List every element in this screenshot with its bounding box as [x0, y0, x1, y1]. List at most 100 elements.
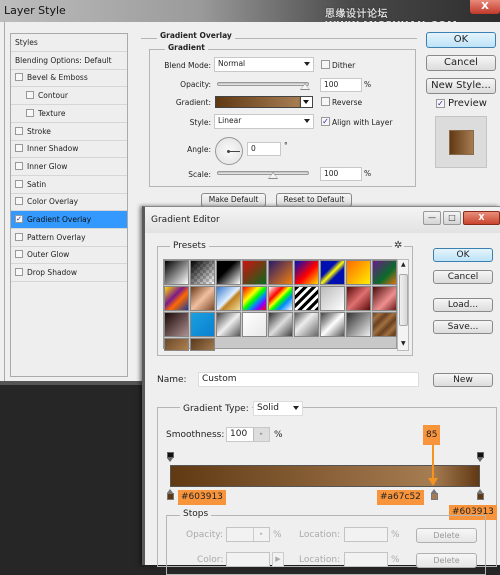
- style-checkbox[interactable]: [15, 161, 23, 170]
- scale-slider[interactable]: [217, 171, 309, 175]
- style-item-blending-options-default[interactable]: Blending Options: Default: [11, 52, 127, 70]
- preset-swatch[interactable]: [268, 286, 293, 311]
- scale-input[interactable]: 100: [320, 167, 362, 181]
- reverse-checkbox[interactable]: [321, 97, 330, 106]
- preset-swatch[interactable]: [294, 312, 319, 337]
- preset-swatch[interactable]: [164, 338, 189, 351]
- opacity-stop[interactable]: [477, 452, 484, 462]
- stepper-arrow-icon[interactable]: ▸: [253, 528, 269, 541]
- gradient-picker[interactable]: [215, 96, 313, 108]
- style-checkbox[interactable]: [15, 268, 23, 277]
- maximize-button[interactable]: □: [443, 211, 461, 225]
- name-input[interactable]: Custom: [198, 372, 419, 387]
- align-with-layer-checkbox[interactable]: ✓: [321, 117, 330, 126]
- opacity-slider-thumb[interactable]: [300, 83, 310, 90]
- color-stop[interactable]: [430, 489, 438, 500]
- style-item-stroke[interactable]: Stroke: [11, 123, 127, 141]
- opacity-slider[interactable]: [217, 82, 309, 86]
- reset-to-default-button[interactable]: Reset to Default: [276, 193, 352, 207]
- style-checkbox[interactable]: [15, 250, 23, 259]
- preset-swatch[interactable]: [164, 312, 189, 337]
- preset-swatch[interactable]: [346, 260, 371, 285]
- preset-swatch[interactable]: [320, 260, 345, 285]
- stop-opacity-input[interactable]: ▸: [226, 527, 270, 542]
- preset-swatch[interactable]: [268, 312, 293, 337]
- style-item-satin[interactable]: Satin: [11, 176, 127, 194]
- new-button[interactable]: New: [433, 373, 493, 387]
- preset-swatch[interactable]: [320, 312, 345, 337]
- preset-swatch[interactable]: [346, 312, 371, 337]
- make-default-button[interactable]: Make Default: [201, 193, 266, 207]
- style-item-gradient-overlay[interactable]: ✓ Gradient Overlay: [11, 211, 127, 229]
- scale-slider-thumb[interactable]: [268, 172, 278, 179]
- layer-style-titlebar[interactable]: Layer Style 思缘设计论坛 WWW.MISSYUAN.COM X: [0, 0, 500, 31]
- preset-swatch[interactable]: [346, 286, 371, 311]
- preset-swatch[interactable]: [164, 260, 189, 285]
- delete-opacity-stop-button[interactable]: Delete: [416, 528, 477, 543]
- style-checkbox[interactable]: ✓: [15, 215, 23, 223]
- editor-cancel-button[interactable]: Cancel: [433, 270, 493, 284]
- preset-swatch[interactable]: [216, 312, 241, 337]
- minimize-button[interactable]: —: [423, 211, 441, 225]
- style-checkbox[interactable]: [15, 73, 23, 82]
- style-checkbox[interactable]: [15, 126, 23, 135]
- gradient-editor-titlebar[interactable]: Gradient Editor — □ X: [145, 207, 500, 233]
- preset-swatch[interactable]: [190, 260, 215, 285]
- ok-button[interactable]: OK: [426, 32, 496, 48]
- stop-opacity-location-input[interactable]: [344, 527, 388, 542]
- style-item-bevel-emboss[interactable]: Bevel & Emboss: [11, 69, 127, 88]
- style-checkbox[interactable]: [15, 179, 23, 188]
- style-item-texture[interactable]: Texture: [11, 105, 127, 123]
- opacity-stop[interactable]: [167, 452, 174, 462]
- new-style-button[interactable]: New Style...: [426, 78, 496, 94]
- preset-swatch[interactable]: [242, 260, 267, 285]
- preset-swatch[interactable]: [294, 260, 319, 285]
- style-checkbox[interactable]: [26, 91, 34, 100]
- preset-swatch[interactable]: [372, 286, 397, 311]
- scroll-up-icon[interactable]: ▲: [401, 261, 406, 268]
- color-stop[interactable]: [477, 489, 484, 500]
- style-item-contour[interactable]: Contour: [11, 87, 127, 106]
- preset-swatch[interactable]: [164, 286, 189, 311]
- preset-swatch[interactable]: [372, 312, 397, 337]
- preset-swatch[interactable]: [190, 338, 215, 351]
- preset-swatch[interactable]: [190, 286, 215, 311]
- preset-swatch[interactable]: [268, 260, 293, 285]
- style-checkbox[interactable]: [15, 144, 23, 153]
- close-button[interactable]: X: [470, 0, 500, 14]
- style-item-outer-glow[interactable]: Outer Glow: [11, 246, 127, 265]
- gear-icon[interactable]: ✲: [392, 240, 405, 251]
- style-item-inner-shadow[interactable]: Inner Shadow: [11, 140, 127, 159]
- opacity-input[interactable]: 100: [320, 78, 362, 92]
- preset-swatch[interactable]: [294, 286, 319, 311]
- preset-swatch[interactable]: [216, 286, 241, 311]
- gradient-type-select[interactable]: Solid: [253, 401, 303, 416]
- color-stop[interactable]: [167, 489, 174, 500]
- style-item-color-overlay[interactable]: Color Overlay: [11, 193, 127, 212]
- preset-swatch[interactable]: [242, 286, 267, 311]
- scroll-down-icon[interactable]: ▼: [401, 340, 406, 347]
- cancel-button[interactable]: Cancel: [426, 55, 496, 71]
- preset-swatch[interactable]: [372, 260, 397, 285]
- style-item-pattern-overlay[interactable]: Pattern Overlay: [11, 229, 127, 247]
- style-item-drop-shadow[interactable]: Drop Shadow: [11, 264, 127, 283]
- style-checkbox[interactable]: [26, 108, 34, 117]
- style-item-styles[interactable]: Styles: [11, 34, 127, 52]
- preview-checkbox[interactable]: ✓: [436, 99, 445, 108]
- angle-input[interactable]: 0: [247, 142, 281, 156]
- editor-ok-button[interactable]: OK: [433, 248, 493, 262]
- delete-color-stop-button[interactable]: Delete: [416, 553, 477, 568]
- style-checkbox[interactable]: [15, 232, 23, 241]
- style-checkbox[interactable]: [15, 197, 23, 206]
- close-button[interactable]: X: [463, 211, 500, 225]
- stepper-arrow-icon[interactable]: ▸: [253, 428, 269, 441]
- blend-mode-select[interactable]: Normal: [214, 57, 314, 72]
- style-select[interactable]: Linear: [214, 114, 314, 129]
- preset-swatch[interactable]: [242, 312, 267, 337]
- smoothness-input[interactable]: 100 ▸: [226, 427, 270, 442]
- load-button[interactable]: Load...: [433, 298, 493, 312]
- dither-checkbox[interactable]: [321, 60, 330, 69]
- chevron-down-icon[interactable]: [300, 97, 312, 107]
- save-button[interactable]: Save...: [433, 320, 493, 334]
- preset-swatch[interactable]: [190, 312, 215, 337]
